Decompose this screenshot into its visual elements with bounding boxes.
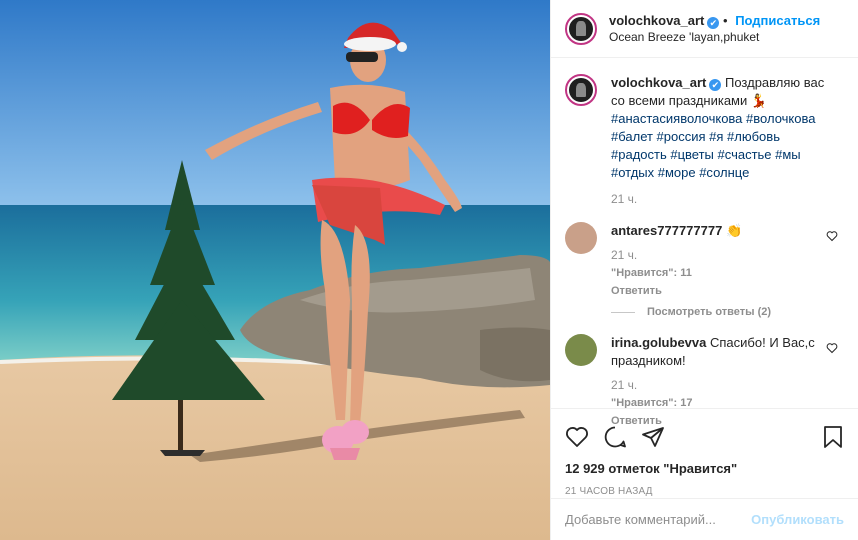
comment-like-heart-icon[interactable] bbox=[826, 342, 838, 354]
comments-section: volochkova_art ✔ Поздравляю вас со всеми … bbox=[551, 58, 858, 430]
caption-hashtags[interactable]: #анастасияволочкова #волочкова #балет #р… bbox=[611, 111, 815, 180]
post-photo[interactable] bbox=[0, 0, 550, 540]
comment-time: 21 ч. bbox=[611, 248, 638, 262]
likes-count[interactable]: 12 929 отметок "Нравится" bbox=[565, 461, 844, 476]
comment-bubble-icon[interactable] bbox=[603, 425, 627, 449]
like-heart-icon[interactable] bbox=[565, 425, 589, 449]
action-icons bbox=[565, 417, 844, 457]
comment-reply-row: Ответить bbox=[611, 282, 837, 300]
caption-username[interactable]: volochkova_art bbox=[611, 75, 706, 90]
header-meta: volochkova_art ✔ • Подписаться Ocean Bree… bbox=[609, 13, 820, 45]
reply-button[interactable]: Ответить bbox=[611, 282, 662, 300]
post-header: volochkova_art ✔ • Подписаться Ocean Bree… bbox=[551, 0, 858, 58]
beach-photo-image bbox=[0, 0, 550, 540]
dot-separator: • bbox=[723, 12, 728, 28]
view-replies-button[interactable]: Посмотреть ответы (2) bbox=[611, 306, 844, 318]
follow-button[interactable]: Подписаться bbox=[735, 13, 820, 28]
comment-username[interactable]: antares777777777 bbox=[611, 223, 722, 238]
post-actions: 12 929 отметок "Нравится" 21 ЧАСОВ НАЗАД bbox=[551, 408, 858, 497]
add-comment-bar: Добавьте комментарий... Опубликовать bbox=[551, 498, 858, 540]
comment-input[interactable]: Добавьте комментарий... bbox=[565, 512, 751, 527]
comment-body: antares777777777 👏 21 ч. "Нравится": 11 … bbox=[611, 222, 837, 300]
post-timestamp: 21 ЧАСОВ НАЗАД bbox=[565, 486, 653, 497]
verified-badge-icon: ✔ bbox=[707, 16, 720, 29]
commenter-avatar[interactable] bbox=[565, 334, 597, 366]
commenter-avatar[interactable] bbox=[565, 222, 597, 254]
verified-badge-icon: ✔ bbox=[709, 79, 722, 91]
instagram-post: volochkova_art ✔ • Подписаться Ocean Bree… bbox=[0, 0, 858, 540]
location-link[interactable]: Ocean Breeze 'layan,phuket bbox=[609, 29, 820, 45]
share-paper-plane-icon[interactable] bbox=[641, 425, 665, 449]
publish-button[interactable]: Опубликовать bbox=[751, 512, 844, 527]
comment-item: antares777777777 👏 21 ч. "Нравится": 11 … bbox=[565, 222, 844, 300]
comment-text: 👏 bbox=[725, 223, 743, 238]
author-username[interactable]: volochkova_art bbox=[609, 13, 704, 28]
comment-username[interactable]: irina.golubevva bbox=[611, 335, 706, 350]
comment-like-heart-icon[interactable] bbox=[826, 230, 838, 242]
save-bookmark-icon[interactable] bbox=[822, 425, 844, 449]
comment-time: 21 ч. bbox=[611, 378, 638, 392]
author-avatar[interactable] bbox=[565, 12, 597, 45]
caption-avatar[interactable] bbox=[565, 74, 597, 106]
caption-body: volochkova_art ✔ Поздравляю вас со всеми … bbox=[611, 74, 837, 208]
post-panel: volochkova_art ✔ • Подписаться Ocean Bree… bbox=[550, 0, 858, 540]
caption: volochkova_art ✔ Поздравляю вас со всеми … bbox=[565, 74, 844, 208]
comment-actions: "Нравится": 11 bbox=[611, 264, 837, 282]
comment-likes[interactable]: "Нравится": 11 bbox=[611, 264, 692, 282]
caption-time: 21 ч. bbox=[611, 192, 638, 206]
